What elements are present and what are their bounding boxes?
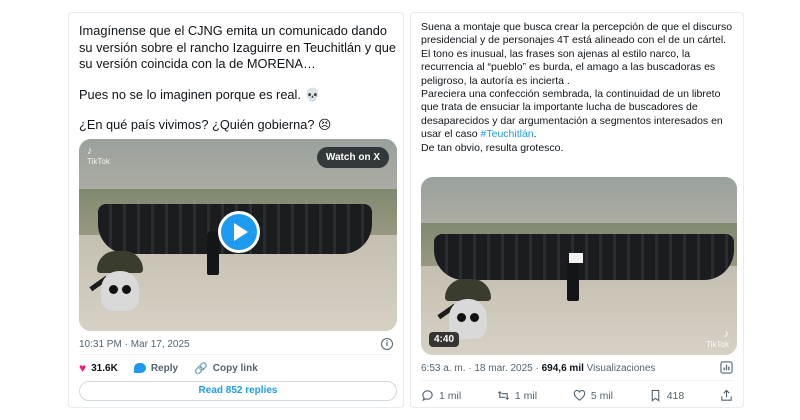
tiktok-watermark: ♪ TikTok [87,145,110,166]
left-tweet-text: Imagínense que el CJNG emita un comunica… [79,23,397,134]
right-tweet-timestamp[interactable]: 6:53 a. m. · 18 mar. 2025 · [421,363,542,374]
read-replies-button[interactable]: Read 852 replies [79,381,397,401]
analytics-icon[interactable] [720,361,733,374]
reply-count: 1 mil [439,389,462,402]
play-icon[interactable] [218,211,260,253]
left-tweet-actions: ♥ 31.6K Reply 🔗 Copy link [79,361,258,375]
right-tweet-paragraph-2: Pareciera una confección sembrada, la co… [421,88,723,141]
reply-icon [133,363,146,373]
tiktok-watermark: ♪ TikTok [706,328,729,349]
right-tweet-text: Suena a montaje que busca crear la perce… [421,21,737,155]
views-label: Visualizaciones [583,363,656,374]
repost-button[interactable]: 1 mil [497,389,537,402]
hashtag-link[interactable]: #Teuchitlán [481,128,534,140]
left-tweet-timestamp[interactable]: 10:31 PM · Mar 17, 2025 [79,339,190,350]
video-duration: 4:40 [429,332,460,347]
divider [421,380,733,381]
heart-icon [573,389,585,401]
group-of-people [433,233,734,281]
bookmark-icon [651,389,660,402]
left-tweet-card: Imagínense que el CJNG emita un comunica… [68,12,404,408]
heart-icon: ♥ [79,361,87,375]
copy-link-button[interactable]: 🔗 Copy link [194,361,258,375]
left-tweet-video[interactable]: ♪ TikTok Watch on X [79,139,397,331]
link-icon: 🔗 [194,362,208,375]
like-button[interactable]: ♥ 31.6K [79,361,118,375]
copy-link-label: Copy link [212,362,258,374]
right-tweet-paragraph-1: Suena a montaje que busca crear la perce… [421,21,733,87]
views-count: 694,6 mil [541,363,584,374]
share-button[interactable] [720,389,733,402]
bookmark-count: 418 [666,389,685,402]
bookmark-button[interactable]: 418 [649,389,685,402]
right-tweet-video[interactable]: ♪ TikTok 4:40 [421,177,737,355]
repost-count: 1 mil [514,389,538,402]
left-tweet-paragraph-3: ¿En qué país vivimos? ¿Quién gobierna? 😣 [79,117,332,132]
left-tweet-meta: 10:31 PM · Mar 17, 2025 i [79,338,397,350]
share-icon [721,389,732,401]
reply-label: Reply [150,362,179,374]
reply-button[interactable]: 1 mil [421,389,461,402]
like-button[interactable]: 5 mil [573,389,613,402]
divider [79,354,393,355]
reply-button[interactable]: Reply [133,361,179,375]
left-tweet-paragraph-2: Pues no se lo imaginen porque es real. 💀 [79,86,321,102]
repost-icon [497,390,509,401]
right-tweet-action-bar: 1 mil 1 mil 5 mil 418 [421,389,733,402]
right-tweet-paragraph-3: De tan obvio, resulta grotesco. [421,141,564,154]
like-count: 5 mil [590,389,613,402]
like-count: 31.6K [91,362,118,374]
right-tweet-meta: 6:53 a. m. · 18 mar. 2025 · 694,6 mil Vi… [421,361,737,374]
info-icon[interactable]: i [381,338,393,350]
watch-on-x-button[interactable]: Watch on X [316,147,389,168]
left-tweet-paragraph-1: Imagínense que el CJNG emita un comunica… [79,23,397,71]
reply-icon [422,390,433,402]
skull-emblem [89,251,151,321]
right-tweet-card: Suena a montaje que busca crear la perce… [410,12,744,408]
